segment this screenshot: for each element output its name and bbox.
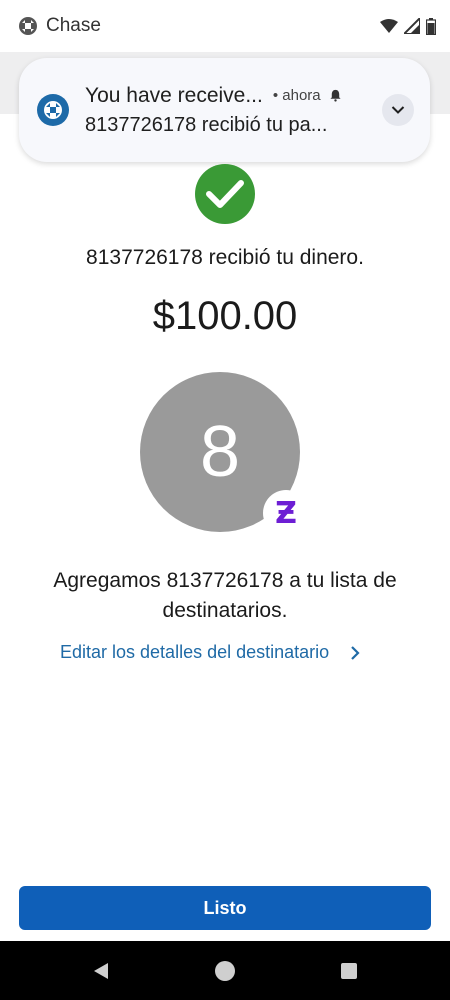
home-icon — [215, 960, 235, 981]
zelle-badge: Ƶ — [263, 490, 309, 536]
avatar-initial: 8 — [199, 412, 241, 492]
wifi-icon — [380, 19, 398, 33]
chase-logo-icon — [37, 94, 69, 126]
battery-icon — [426, 17, 436, 35]
added-recipient-message: Agregamos 8137726178 a tu lista de desti… — [53, 569, 397, 622]
signal-icon — [404, 18, 420, 34]
status-icons — [380, 17, 436, 35]
payment-amount: $100.00 — [152, 294, 298, 338]
notification-text: You have receive... • ahora 8137726178 r… — [85, 84, 376, 137]
notification-title: You have receive... — [85, 83, 263, 107]
notification-time: • ahora — [272, 87, 321, 104]
edit-recipient-label: Editar los detalles del destinatario — [60, 642, 330, 662]
check-icon — [206, 180, 244, 208]
chevron-down-icon — [391, 106, 405, 114]
edit-recipient-link[interactable]: Editar los detalles del destinatario — [60, 642, 361, 663]
status-app-name: Chase — [46, 15, 101, 36]
chevron-right-icon — [351, 645, 360, 660]
recents-button[interactable] — [337, 959, 361, 983]
success-check-icon — [195, 164, 255, 224]
notification-header: You have receive... • ahora — [85, 84, 376, 108]
status-bar: Chase — [0, 0, 450, 52]
back-button[interactable] — [89, 959, 113, 983]
back-icon — [94, 962, 108, 979]
notification-body: 8137726178 recibió tu pa... — [85, 113, 328, 136]
navigation-bar — [0, 941, 450, 1000]
done-button[interactable]: Listo — [19, 886, 431, 930]
chase-logo-icon — [19, 17, 37, 35]
expand-notification-button[interactable] — [382, 94, 414, 126]
zelle-icon: Ƶ — [275, 495, 297, 531]
push-notification[interactable]: You have receive... • ahora 8137726178 r… — [19, 58, 430, 162]
status-left: Chase — [18, 15, 101, 37]
recents-icon — [341, 962, 357, 979]
home-button[interactable] — [213, 959, 237, 983]
received-message: 8137726178 recibió tu dinero. — [86, 246, 364, 269]
bell-icon — [330, 89, 341, 102]
